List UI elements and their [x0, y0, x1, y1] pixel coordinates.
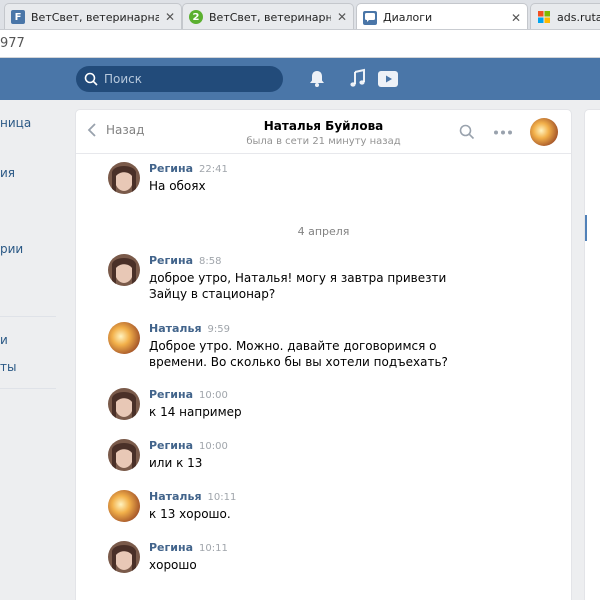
message-time: 22:41	[199, 164, 228, 175]
message-author[interactable]: Регина 10:00	[149, 388, 228, 401]
message-author[interactable]: Регина 22:41	[149, 162, 228, 175]
message-time: 9:59	[207, 324, 230, 335]
message-author[interactable]: Регина 10:11	[149, 541, 228, 554]
message-text: Доброе утро. Можно. давайте договоримся …	[149, 339, 448, 369]
message-time: 10:11	[207, 492, 237, 503]
message-text: доброе утро, Наталья! могу я завтра прив…	[149, 271, 447, 301]
message-text: к 14 например	[149, 405, 242, 419]
close-icon[interactable]: ✕	[165, 10, 175, 24]
avatar[interactable]	[108, 322, 140, 354]
browser-tab-strip: F ВетСвет, ветеринарная к ✕ 2 ВетСвет, в…	[0, 0, 600, 30]
vk-app-favicon-icon: F	[11, 10, 25, 24]
browser-tab-4[interactable]: ads.rutaxi	[530, 3, 600, 29]
tab-title: ads.rutaxi	[557, 10, 600, 24]
avatar[interactable]	[108, 254, 140, 286]
right-menu-panel	[585, 110, 600, 600]
avatar[interactable]	[108, 162, 140, 194]
avatar[interactable]	[108, 490, 140, 522]
message-time: 10:11	[199, 543, 228, 554]
tab-title: ВетСвет, ветеринарная к	[209, 10, 331, 24]
peer-status: была в сети 21 минуту назад	[246, 136, 401, 147]
date-separator: 4 апреля	[297, 225, 350, 238]
menu-item[interactable]: рии	[0, 242, 62, 256]
menu-item[interactable]: и	[0, 333, 62, 347]
message-text: На обоях	[149, 179, 206, 193]
message-time: 8:58	[199, 256, 222, 267]
video-play-icon[interactable]	[377, 68, 399, 90]
avatar[interactable]	[108, 388, 140, 420]
menu-divider	[0, 316, 56, 317]
message-text: к 13 хорошо.	[149, 507, 231, 521]
avatar[interactable]	[108, 541, 140, 573]
more-dots-icon[interactable]	[493, 130, 513, 135]
search-box[interactable]	[76, 66, 283, 92]
close-icon[interactable]: ✕	[337, 10, 347, 24]
tab-title: Диалоги	[383, 11, 433, 24]
menu-item[interactable]: ты	[0, 360, 62, 374]
avatar[interactable]	[530, 118, 558, 146]
windows-favicon-icon	[537, 10, 551, 24]
message-text: или к 13	[149, 456, 203, 470]
message-author[interactable]: Наталья 9:59	[149, 322, 230, 335]
menu-item[interactable]: ница	[0, 116, 62, 130]
music-note-icon[interactable]	[347, 68, 369, 90]
message-text: хорошо	[149, 558, 197, 572]
selected-indicator	[585, 215, 587, 241]
url-text[interactable]: 977	[0, 36, 25, 51]
green-2-favicon-icon: 2	[189, 10, 203, 24]
vk-messages-favicon-icon	[363, 10, 377, 25]
search-icon	[84, 72, 98, 86]
search-icon[interactable]	[459, 124, 475, 140]
search-input[interactable]	[104, 72, 274, 86]
message-time: 10:00	[199, 390, 228, 401]
message-author[interactable]: Регина 10:00	[149, 439, 228, 452]
menu-item[interactable]: ия	[0, 166, 62, 180]
message-time: 10:00	[199, 441, 228, 452]
message-author[interactable]: Наталья 10:11	[149, 490, 236, 503]
browser-tab-1[interactable]: F ВетСвет, ветеринарная к ✕	[4, 3, 182, 29]
bell-icon[interactable]	[306, 68, 328, 90]
address-bar[interactable]: 977	[0, 30, 600, 58]
browser-tab-3[interactable]: Диалоги ✕	[356, 3, 528, 29]
avatar[interactable]	[108, 439, 140, 471]
tab-title: ВетСвет, ветеринарная к	[31, 10, 159, 24]
message-author[interactable]: Регина 8:58	[149, 254, 221, 267]
menu-divider	[0, 388, 56, 389]
dialog-panel: Назад Наталья Буйлова была в сети 21 мин…	[76, 110, 571, 600]
close-icon[interactable]: ✕	[511, 11, 521, 25]
browser-tab-2[interactable]: 2 ВетСвет, ветеринарная к ✕	[182, 3, 354, 29]
vk-top-bar	[0, 58, 600, 100]
dialog-header: Назад Наталья Буйлова была в сети 21 мин…	[76, 110, 571, 154]
